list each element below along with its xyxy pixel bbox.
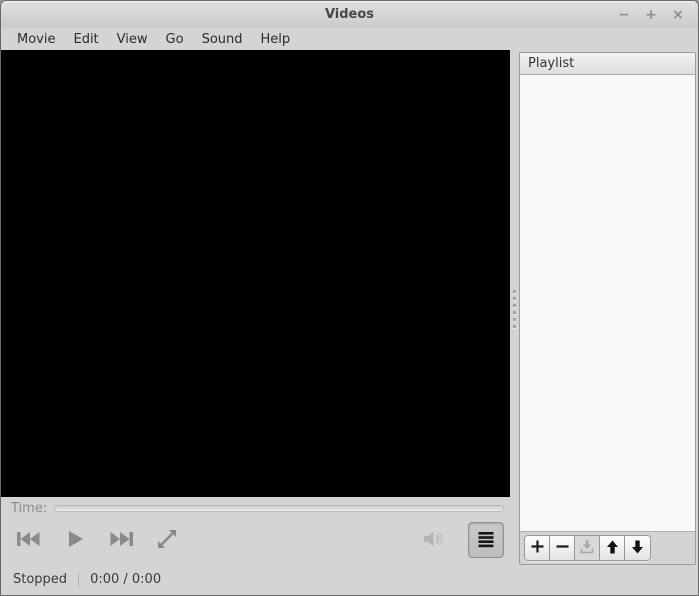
splitter-grip-icon — [513, 290, 516, 293]
previous-icon — [14, 527, 44, 554]
close-icon: × — [672, 6, 684, 23]
move-up-icon — [605, 539, 620, 558]
remove-icon — [555, 539, 570, 557]
fullscreen-icon — [154, 526, 180, 555]
fullscreen-button[interactable] — [148, 522, 186, 558]
pane-splitter[interactable] — [510, 50, 519, 595]
menubar: Movie Edit View Go Sound Help — [1, 28, 698, 50]
playlist-panel: Playlist — [519, 52, 696, 565]
sidebar-toggle-button[interactable] — [468, 522, 504, 558]
play-button[interactable] — [56, 522, 94, 558]
play-icon — [63, 527, 87, 554]
window-controls: − + × — [616, 1, 686, 28]
previous-button[interactable] — [10, 522, 48, 558]
minimize-button[interactable]: − — [616, 7, 632, 23]
playback-state: Stopped — [13, 572, 68, 587]
save-playlist-button[interactable] — [575, 536, 600, 560]
menu-edit[interactable]: Edit — [65, 30, 106, 49]
save-playlist-icon — [579, 539, 595, 558]
titlebar[interactable]: Videos − + × — [1, 1, 698, 28]
time-label: Time: — [11, 501, 48, 516]
playlist-list[interactable] — [520, 75, 695, 531]
maximize-icon: + — [645, 6, 657, 23]
window-title: Videos — [324, 7, 375, 22]
playback-controls — [1, 516, 510, 564]
menu-view[interactable]: View — [109, 30, 156, 49]
menu-sound[interactable]: Sound — [194, 30, 251, 49]
seek-row: Time: — [1, 497, 510, 516]
playlist-toolbar — [520, 531, 695, 564]
playlist-button-group — [524, 535, 651, 561]
move-down-icon — [630, 539, 645, 558]
statusbar: Stopped 0:00 / 0:00 — [1, 564, 510, 595]
add-button[interactable] — [525, 536, 550, 560]
video-display — [1, 50, 510, 497]
menu-help[interactable]: Help — [253, 30, 299, 49]
volume-button[interactable] — [422, 528, 446, 554]
playback-time: 0:00 / 0:00 — [90, 572, 162, 587]
volume-icon — [422, 531, 446, 554]
next-icon — [106, 527, 136, 554]
menu-go[interactable]: Go — [158, 30, 192, 49]
sidebar: Playlist — [519, 50, 698, 595]
content-area: Time: Stopped 0:00 / 0:00 Playlist — [1, 50, 698, 595]
sidebar-toggle-icon — [476, 529, 496, 552]
status-divider — [78, 571, 80, 588]
move-up-button[interactable] — [600, 536, 625, 560]
player-pane: Time: Stopped 0:00 / 0:00 — [1, 50, 510, 595]
seek-slider[interactable] — [54, 505, 504, 512]
app-window: Videos − + × Movie Edit View Go Sound He… — [0, 0, 699, 596]
move-down-button[interactable] — [625, 536, 650, 560]
remove-button[interactable] — [550, 536, 575, 560]
add-icon — [530, 539, 545, 557]
maximize-button[interactable]: + — [643, 7, 659, 23]
minimize-icon: − — [618, 6, 630, 23]
next-button[interactable] — [102, 522, 140, 558]
playlist-header: Playlist — [520, 53, 695, 75]
menu-movie[interactable]: Movie — [9, 30, 63, 49]
playlist-title: Playlist — [528, 56, 575, 71]
close-button[interactable]: × — [670, 7, 686, 23]
